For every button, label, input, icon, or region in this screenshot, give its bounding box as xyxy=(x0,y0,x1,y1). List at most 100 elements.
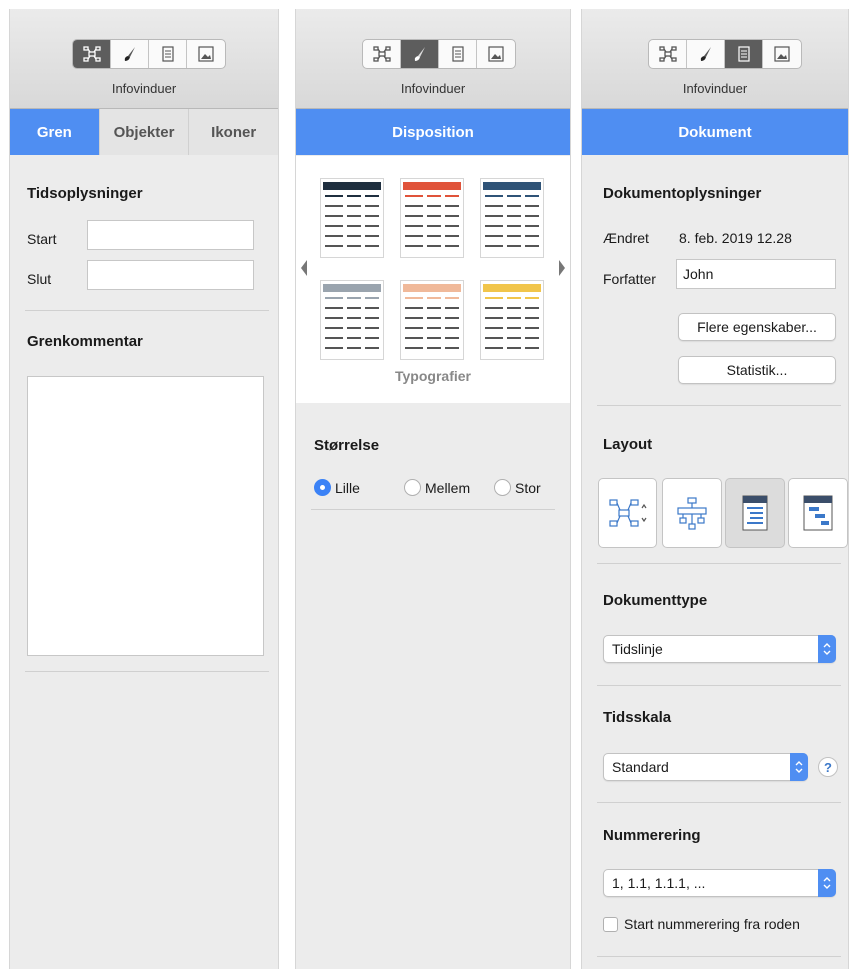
radio-label: Mellem xyxy=(425,479,471,496)
size-heading: Størrelse xyxy=(314,437,380,454)
timeline-layout-icon xyxy=(803,495,833,531)
table-style-preview-icon xyxy=(323,182,381,247)
branch-comment-textarea[interactable] xyxy=(27,376,264,656)
select-arrows-icon xyxy=(818,635,836,663)
branch-comment-heading: Grenkommentar xyxy=(27,333,143,350)
timescale-heading: Tidsskala xyxy=(603,709,672,726)
mindmap-icon xyxy=(658,46,677,62)
radio-label: Stor xyxy=(515,479,541,496)
branch-inspector-button[interactable] xyxy=(363,40,401,68)
tab-bar: Gren Objekter Ikoner xyxy=(10,109,279,155)
layout-outline-option[interactable] xyxy=(725,478,785,548)
document-icon xyxy=(451,46,464,62)
start-numbering-from-root-option[interactable]: Start nummerering fra roden xyxy=(603,916,800,932)
table-style-preview-icon xyxy=(483,284,541,349)
format-inspector-button[interactable] xyxy=(111,40,149,68)
document-inspector-button[interactable] xyxy=(439,40,477,68)
format-inspector-button[interactable] xyxy=(687,40,725,68)
format-inspector-button[interactable] xyxy=(401,40,439,68)
media-inspector-button[interactable] xyxy=(187,40,225,68)
tab-bar: Dokument xyxy=(582,109,848,155)
toolbar-title: Infovinduer xyxy=(111,81,177,96)
divider xyxy=(597,405,841,406)
tab-document[interactable]: Dokument xyxy=(582,109,848,155)
document-info-heading: Dokumentoplysninger xyxy=(603,185,762,202)
inspector-toolbar: Infovinduer xyxy=(296,9,570,109)
media-inspector-button[interactable] xyxy=(477,40,515,68)
brush-icon xyxy=(124,47,135,61)
checkbox[interactable] xyxy=(603,916,618,932)
table-style-preview-icon xyxy=(323,284,381,349)
divider xyxy=(25,671,269,672)
inspector-segmented-control xyxy=(648,39,802,69)
select-arrows-icon xyxy=(818,869,836,897)
brush-icon xyxy=(414,47,425,61)
mindmap-icon xyxy=(372,46,391,62)
media-inspector-button[interactable] xyxy=(763,40,801,68)
divider xyxy=(597,563,841,564)
modified-value: 8. feb. 2019 12.28 xyxy=(679,230,792,246)
divider xyxy=(597,802,841,803)
help-button[interactable]: ? xyxy=(818,757,838,777)
styles-label: Typografier xyxy=(395,368,471,384)
previous-arrow-icon[interactable] xyxy=(300,259,308,277)
style-thumbnail[interactable] xyxy=(400,280,464,360)
size-option-small[interactable]: Lille xyxy=(314,479,360,496)
style-thumbnail[interactable] xyxy=(320,178,384,258)
branch-inspector-button[interactable] xyxy=(649,40,687,68)
divider xyxy=(597,685,841,686)
style-thumbnail[interactable] xyxy=(320,280,384,360)
tab-disposition[interactable]: Disposition xyxy=(296,109,570,155)
image-icon xyxy=(198,46,214,62)
numbering-value: 1, 1.1, 1.1.1, ... xyxy=(612,875,706,891)
time-info-heading: Tidsoplysninger xyxy=(27,185,143,202)
more-properties-button[interactable]: Flere egenskaber... xyxy=(678,313,836,341)
branch-inspector-button[interactable] xyxy=(73,40,111,68)
inspector-toolbar: Infovinduer xyxy=(582,9,848,109)
layout-heading: Layout xyxy=(603,436,653,453)
tab-objects[interactable]: Objekter xyxy=(98,109,189,155)
radio-label: Lille xyxy=(335,479,360,496)
radio-button[interactable] xyxy=(494,479,511,496)
start-label: Start xyxy=(27,231,57,247)
style-thumbnail[interactable] xyxy=(400,178,464,258)
layout-orgchart-option[interactable] xyxy=(662,478,722,548)
tab-icons[interactable]: Ikoner xyxy=(188,109,279,155)
document-icon xyxy=(161,46,174,62)
statistics-button[interactable]: Statistik... xyxy=(678,356,836,384)
document-type-select[interactable]: Tidslinje xyxy=(603,635,836,663)
image-icon xyxy=(774,46,790,62)
document-inspector-panel: Infovinduer Dokument Dokumentoplysninger… xyxy=(581,9,849,969)
numbering-select[interactable]: 1, 1.1, 1.1.1, ... xyxy=(603,869,836,897)
mindmap-layout-icon xyxy=(608,499,646,527)
start-field[interactable] xyxy=(87,220,254,250)
author-field[interactable]: John xyxy=(676,259,836,289)
size-option-medium[interactable]: Mellem xyxy=(404,479,470,496)
size-option-large[interactable]: Stor xyxy=(494,479,541,496)
style-thumbnail[interactable] xyxy=(480,280,544,360)
layout-timeline-option[interactable] xyxy=(788,478,848,548)
layout-mindmap-option[interactable] xyxy=(598,478,657,548)
next-arrow-icon[interactable] xyxy=(558,259,566,277)
divider xyxy=(25,310,269,311)
author-label: Forfatter xyxy=(603,271,656,287)
divider xyxy=(597,956,841,957)
style-thumbnail[interactable] xyxy=(480,178,544,258)
divider xyxy=(311,509,555,510)
styles-gallery: Typografier xyxy=(296,156,570,403)
end-field[interactable] xyxy=(87,260,254,290)
select-arrows-icon xyxy=(790,753,808,781)
toolbar-title: Infovinduer xyxy=(400,81,466,96)
radio-button[interactable] xyxy=(404,479,421,496)
table-style-preview-icon xyxy=(483,182,541,247)
radio-button[interactable] xyxy=(314,479,331,496)
document-inspector-button[interactable] xyxy=(149,40,187,68)
document-inspector-button[interactable] xyxy=(725,40,763,68)
mindmap-icon xyxy=(82,46,101,62)
format-inspector-panel: Infovinduer Disposition Typografier Stør… xyxy=(295,9,571,969)
timescale-select[interactable]: Standard xyxy=(603,753,808,781)
document-icon xyxy=(737,46,750,62)
brush-icon xyxy=(700,47,711,61)
table-style-preview-icon xyxy=(403,284,461,349)
tab-branch[interactable]: Gren xyxy=(10,109,99,155)
